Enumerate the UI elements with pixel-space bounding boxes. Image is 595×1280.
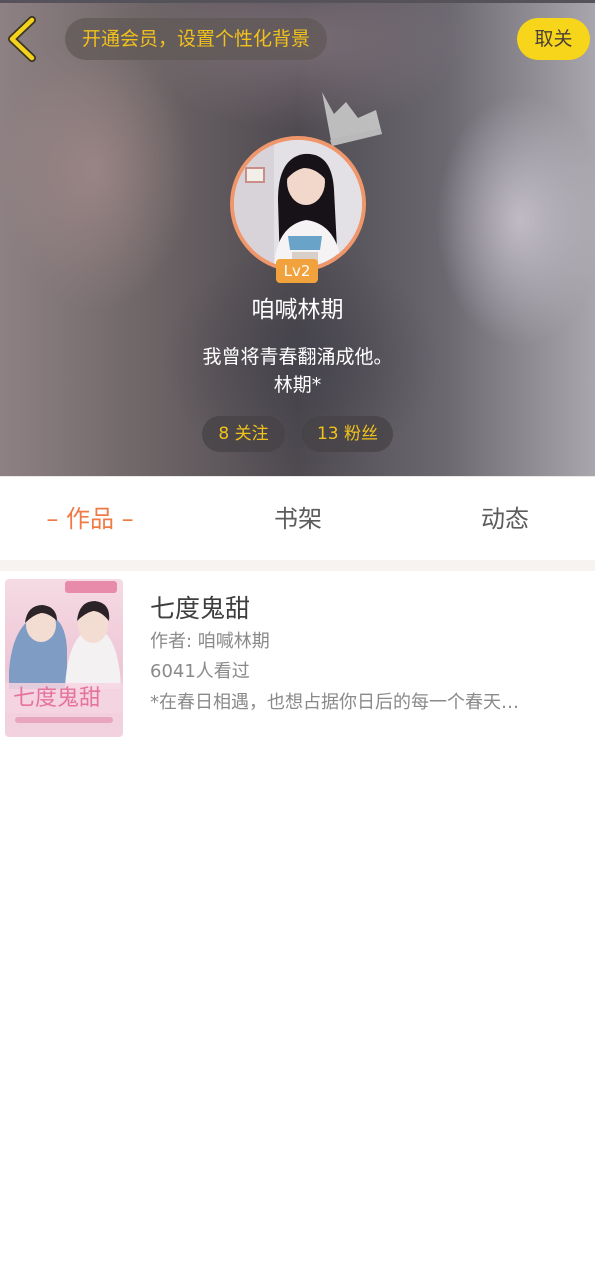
fans-count[interactable]: 13 粉丝 [302, 416, 393, 452]
work-description: *在春日相遇，也想占据你日后的每一个春天… [150, 692, 519, 713]
unfollow-button[interactable]: 取关 [517, 18, 590, 60]
tab-works[interactable]: – 作品 – [30, 477, 150, 561]
level-badge: Lv2 [276, 259, 318, 283]
bio-line: 我曾将青春翻涌成他。 [202, 346, 393, 368]
work-view-count: 6041人看过 [150, 661, 250, 682]
section-divider [0, 560, 595, 571]
profile-tabs: – 作品 – 书架 动态 [0, 476, 595, 560]
crown-icon [322, 92, 382, 146]
vip-background-banner[interactable]: 开通会员，设置个性化背景 [65, 18, 327, 60]
work-cover-image: 七度鬼甜 [5, 579, 123, 737]
following-count[interactable]: 8 关注 [202, 416, 285, 452]
header-top-line [0, 0, 595, 3]
username: 咱喊林期 [251, 297, 344, 323]
avatar[interactable] [230, 136, 366, 272]
tab-bookshelf[interactable]: 书架 [238, 477, 358, 561]
svg-text:七度鬼甜: 七度鬼甜 [13, 686, 101, 711]
tab-activity[interactable]: 动态 [445, 477, 565, 561]
work-title: 七度鬼甜 [150, 594, 251, 623]
user-bio: 我曾将青春翻涌成他。 林期* [0, 343, 595, 399]
work-list-item[interactable]: 七度鬼甜 七度鬼甜 作者: 咱喊林期 6041人看过 *在春日相遇，也想占据你日… [0, 571, 595, 749]
profile-header: 开通会员，设置个性化背景 取关 Lv2 咱喊林期 我曾将青春翻涌成他。 林期* … [0, 0, 595, 476]
chevron-left-icon [8, 16, 36, 62]
work-author: 作者: 咱喊林期 [150, 631, 270, 652]
back-button[interactable] [4, 16, 40, 62]
bio-line: 林期* [273, 374, 322, 396]
